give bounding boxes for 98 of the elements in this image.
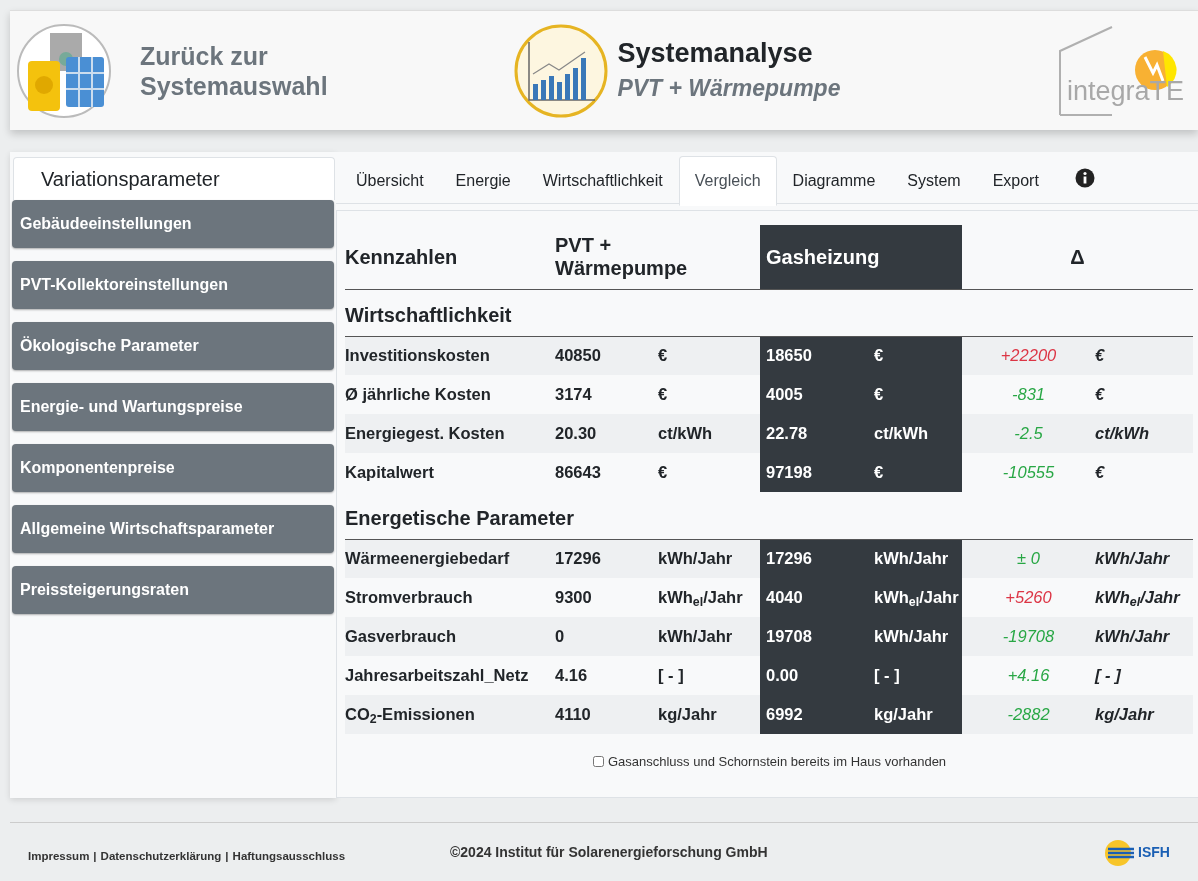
column-header: Gasheizung	[760, 225, 962, 289]
table-cell: 17296	[760, 539, 868, 578]
table-cell: 0	[555, 617, 658, 656]
row-label: Investitionskosten	[345, 336, 555, 375]
sidebar-item[interactable]: Allgemeine Wirtschaftsparameter	[12, 505, 334, 553]
unit-cell: €	[658, 453, 760, 492]
sidebar-item[interactable]: Ökologische Parameter	[12, 322, 334, 370]
unit-cell: kWh/Jahr	[658, 539, 760, 578]
delta-value: +4.16	[962, 656, 1095, 695]
table-cell: 17296	[555, 539, 658, 578]
unit-cell: €	[658, 375, 760, 414]
unit-cell: kWh/Jahr	[868, 539, 962, 578]
table-cell: 20.30	[555, 414, 658, 453]
column-header: Kennzahlen	[345, 225, 555, 289]
unit-cell: ct/kWh	[658, 414, 760, 453]
delta-value: ± 0	[962, 539, 1095, 578]
tab[interactable]: Energie	[439, 155, 527, 206]
unit-cell: kWh/Jahr	[868, 617, 962, 656]
delta-value: -2.5	[962, 414, 1095, 453]
sidebar-item[interactable]: Energie- und Wartungspreise	[12, 383, 334, 431]
unit-cell: kg/Jahr	[868, 695, 962, 734]
unit-cell: [ - ]	[1095, 656, 1193, 695]
section-title: Wirtschaftlichkeit	[345, 289, 1193, 336]
row-label: Ø jährliche Kosten	[345, 375, 555, 414]
logo-text: integraTE	[1067, 74, 1185, 108]
delta-value: +22200	[962, 336, 1095, 375]
sidebar-item[interactable]: Preissteigerungsraten	[12, 566, 334, 614]
table-cell: 4005	[760, 375, 868, 414]
logo-text: ISFH	[1138, 843, 1170, 862]
row-label: Gasverbrauch	[345, 617, 555, 656]
table-cell: 22.78	[760, 414, 868, 453]
tab[interactable]: Export	[976, 155, 1055, 206]
tab[interactable]: Übersicht	[340, 155, 440, 206]
checkbox[interactable]	[592, 756, 604, 767]
unit-cell: kg/Jahr	[1095, 695, 1193, 734]
copyright-text: ©2024 Institut für Solarenergieforschung GmbH	[450, 843, 769, 862]
unit-cell: €	[1095, 453, 1193, 492]
row-label: Kapitalwert	[345, 453, 555, 492]
table-cell: 97198	[760, 453, 868, 492]
delta-value: +5260	[962, 578, 1095, 617]
footer-link[interactable]: Datenschutzerklärung	[100, 849, 222, 862]
table-cell: 86643	[555, 453, 658, 492]
unit-cell: €	[868, 336, 962, 375]
footer-link[interactable]: Impressum	[28, 849, 90, 862]
panel-title: Variationsparameter	[13, 157, 335, 200]
delta-value: -831	[962, 375, 1095, 414]
unit-cell: kWh$_{el}$/Jahr	[1095, 578, 1193, 617]
row-label: Energiegest. Kosten	[345, 414, 555, 453]
delta-value: -2882	[962, 695, 1095, 734]
column-header: Δ	[962, 225, 1193, 289]
info-icon[interactable]	[1074, 167, 1095, 188]
back-link[interactable]: Zurück zur Systemauswahl	[140, 40, 336, 101]
unit-cell: ct/kWh	[868, 414, 962, 453]
sidebar-item[interactable]: Gebäudeeinstellungen	[12, 200, 334, 248]
unit-cell: kWh$_{el}$/Jahr	[658, 578, 760, 617]
solar-devices-icon[interactable]	[16, 22, 112, 119]
unit-cell: €	[658, 336, 760, 375]
table-cell: 4040	[760, 578, 868, 617]
section-title: Energetische Parameter	[345, 492, 1193, 539]
row-label: Jahresarbeitszahl_Netz	[345, 656, 555, 695]
table-cell: 40850	[555, 336, 658, 375]
page-subtitle: PVT + Wärmepumpe	[617, 73, 842, 103]
row-label: Stromverbrauch	[345, 578, 555, 617]
table-cell: 9300	[555, 578, 658, 617]
table-cell: 4110	[555, 695, 658, 734]
unit-cell: kg/Jahr	[658, 695, 760, 734]
tab[interactable]: Wirtschaftlichkeit	[526, 155, 679, 206]
tab[interactable]: Vergleich	[678, 155, 777, 206]
table-cell: 0.00	[760, 656, 868, 695]
table-cell: 4.16	[555, 656, 658, 695]
unit-cell: €	[1095, 375, 1193, 414]
unit-cell: €	[868, 453, 962, 492]
separator: |	[225, 849, 229, 862]
sidebar-item[interactable]: Komponentenpreise	[12, 444, 334, 492]
unit-cell: [ - ]	[658, 656, 760, 695]
unit-cell: ct/kWh	[1095, 414, 1193, 453]
row-label: CO$_{2}$-Emissionen	[345, 695, 555, 734]
delta-value: -10555	[962, 453, 1095, 492]
page-title: Systemanalyse	[617, 36, 814, 70]
unit-cell: [ - ]	[868, 656, 962, 695]
checkbox-label[interactable]: Gasanschluss und Schornstein bereits im Haus vorhanden	[592, 752, 947, 772]
tab[interactable]: Diagramme	[776, 155, 892, 206]
table-cell: 18650	[760, 336, 868, 375]
unit-cell: €	[868, 375, 962, 414]
table-cell: 6992	[760, 695, 868, 734]
unit-cell: kWh/Jahr	[658, 617, 760, 656]
unit-cell: kWh/Jahr	[1095, 617, 1193, 656]
delta-value: -19708	[962, 617, 1095, 656]
unit-cell: €	[1095, 336, 1193, 375]
unit-cell: kWh$_{el}$/Jahr	[868, 578, 962, 617]
table-cell: 3174	[555, 375, 658, 414]
separator: |	[93, 849, 97, 862]
footer-link[interactable]: Haftungsausschluss	[232, 849, 346, 862]
tab[interactable]: System	[891, 155, 977, 206]
row-label: Wärmeenergiebedarf	[345, 539, 555, 578]
unit-cell: kWh/Jahr	[1095, 539, 1193, 578]
sidebar-item[interactable]: PVT-Kollektoreinstellungen	[12, 261, 334, 309]
table-cell: 19708	[760, 617, 868, 656]
